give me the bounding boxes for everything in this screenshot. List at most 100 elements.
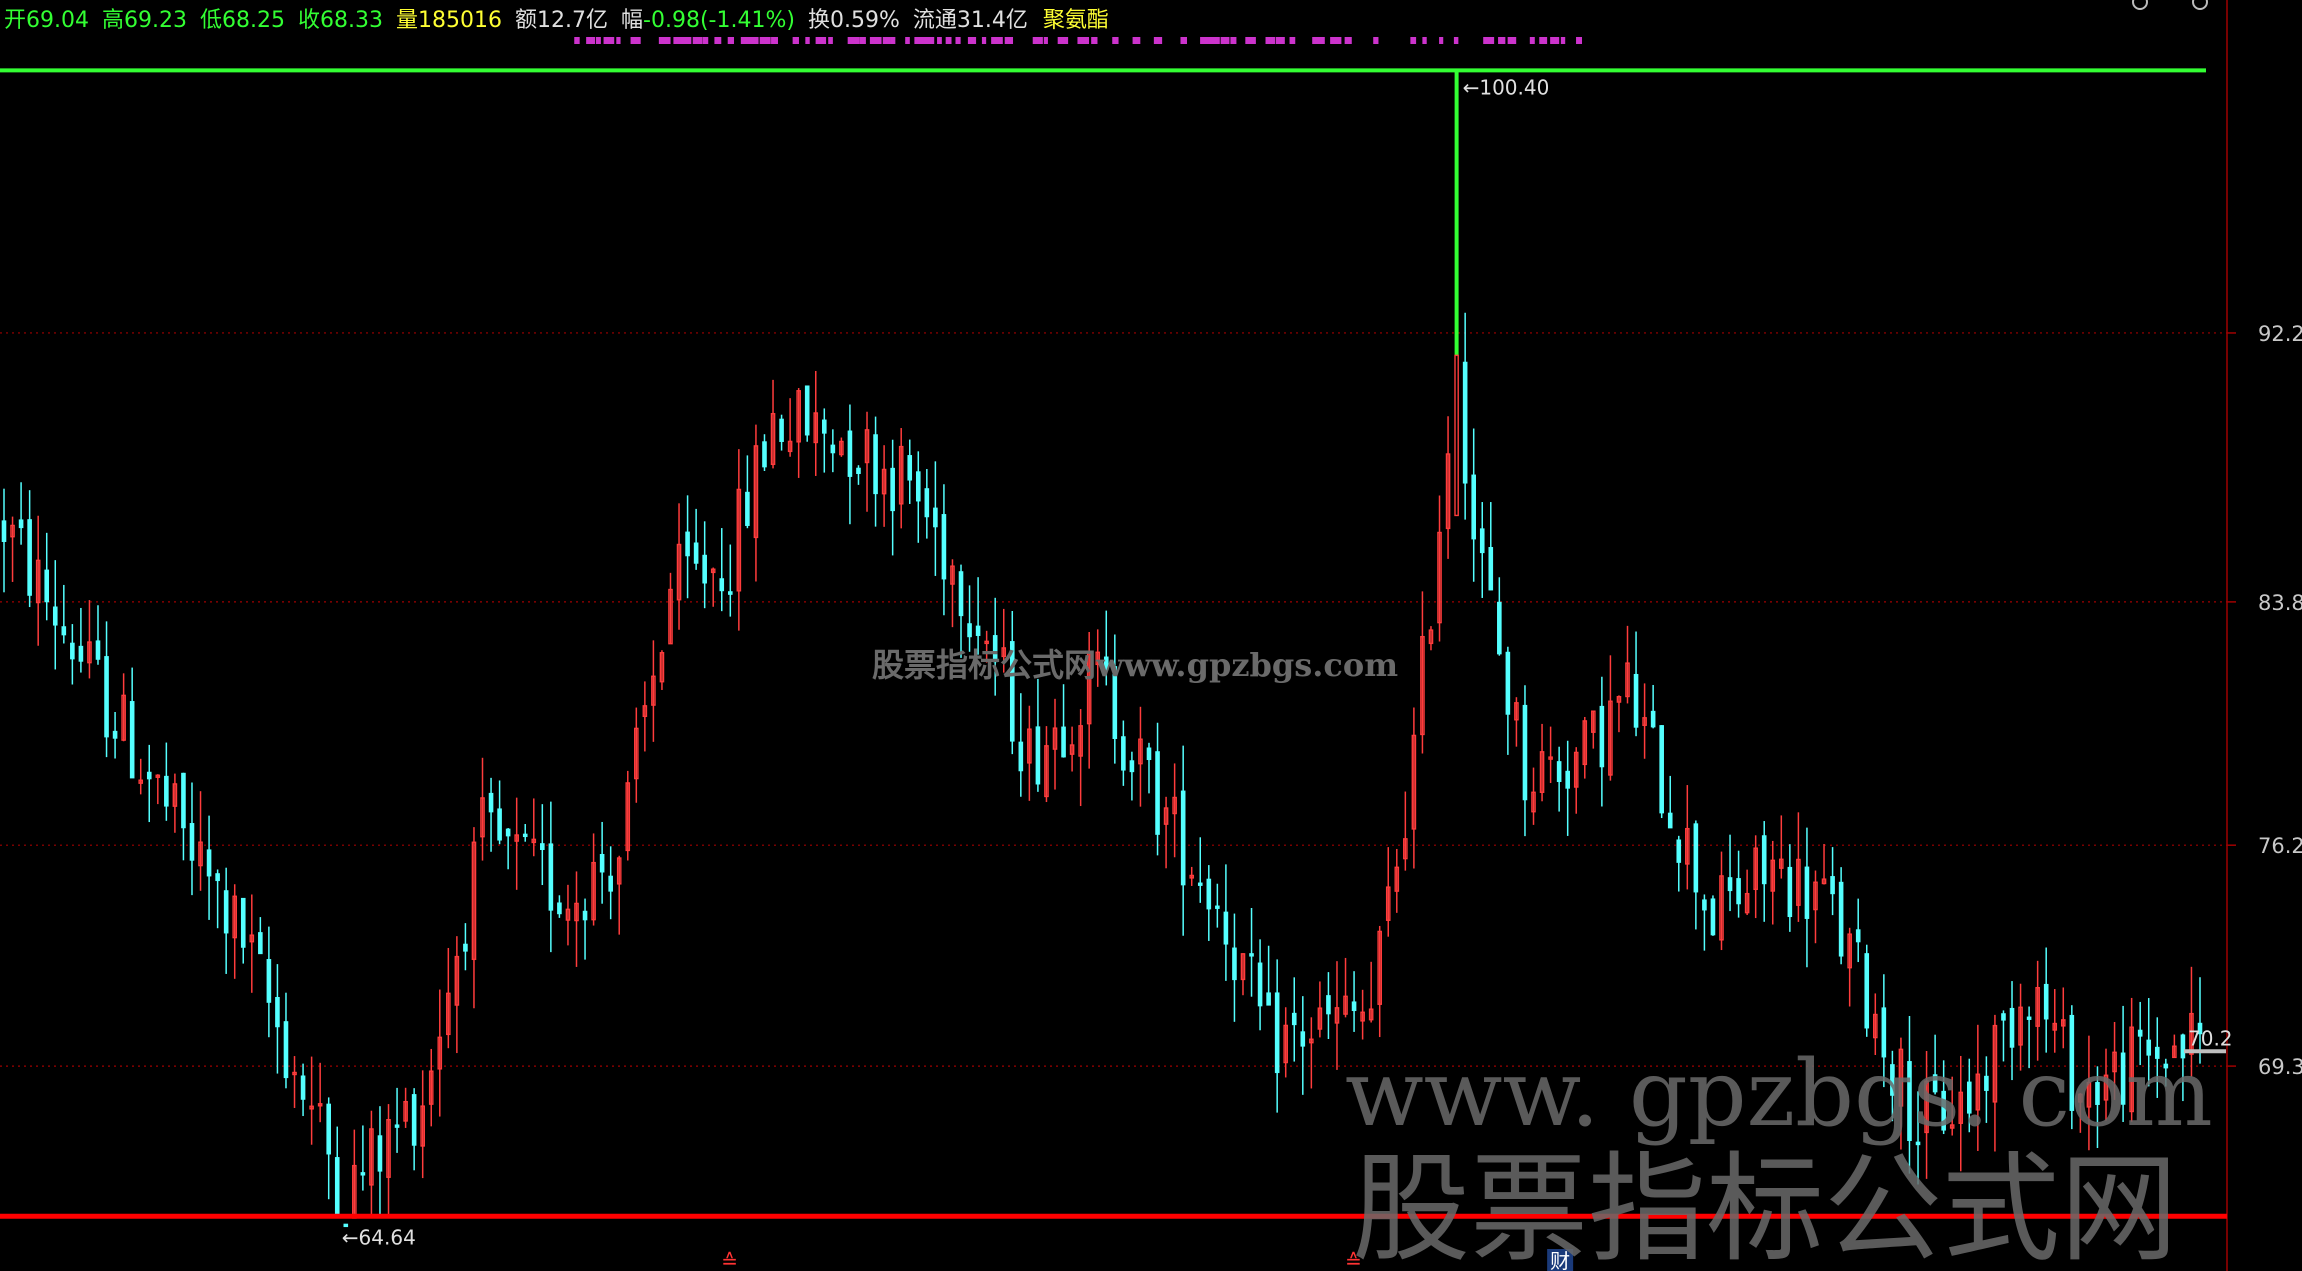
candle-body-down: [522, 833, 528, 838]
candle-body-down: [70, 642, 75, 660]
candle-body-down: [745, 491, 750, 526]
candle-body-down: [1633, 673, 1639, 728]
price-tick-label: 76.2: [2258, 834, 2302, 858]
event-strip-bar: [1091, 37, 1098, 44]
candle-body-down: [266, 959, 272, 1003]
event-strip-bar: [680, 37, 692, 44]
candle-body-down: [1326, 995, 1331, 1015]
change-label: 幅: [621, 8, 643, 33]
candle-body-down: [1736, 878, 1741, 905]
candle-body-down: [129, 701, 135, 779]
candle[interactable]: [625, 770, 631, 861]
candle-body-down: [557, 902, 562, 915]
candle-body-down: [1, 520, 7, 542]
volume-value: 185016: [418, 8, 502, 33]
candle-body-down: [685, 531, 690, 557]
candle-body-down: [1232, 947, 1237, 981]
candle-body-down: [1693, 823, 1699, 893]
candle-body-down: [2043, 983, 2049, 1020]
candle-body-down: [181, 772, 186, 829]
event-strip-bar: [1265, 37, 1276, 44]
amount-value: 12.7亿: [537, 8, 608, 33]
candle[interactable]: [1864, 944, 1870, 1037]
event-strip-bar: [923, 37, 935, 44]
candle-body-down: [1804, 866, 1810, 919]
candle-body-down: [146, 771, 152, 780]
event-strip-bar: [1529, 37, 1535, 44]
candle-body-down: [95, 640, 101, 660]
candle-body-down: [1830, 876, 1835, 895]
candle-body-down: [326, 1103, 332, 1155]
event-strip-bar: [616, 37, 621, 44]
candle-body-down: [941, 514, 947, 580]
candle-body-down: [1488, 547, 1494, 591]
event-strip-bar: [636, 37, 641, 44]
candle-body-down: [360, 1172, 366, 1176]
candle-body-down: [1266, 992, 1271, 1006]
candle-body-down: [821, 419, 827, 434]
candle-body-down: [104, 656, 109, 738]
close-label: 收: [298, 8, 320, 33]
candle[interactable]: [1659, 725, 1664, 819]
candle-body-down: [1667, 812, 1673, 829]
event-strip-bar: [1275, 37, 1285, 44]
candle-body-down: [967, 623, 972, 638]
candle-body-down: [1061, 726, 1066, 758]
event-strip-bar: [603, 37, 615, 44]
event-strip-bar: [981, 37, 987, 44]
amount-label: 额: [515, 8, 537, 33]
high-value: 69.23: [124, 8, 187, 33]
candle-body-down: [1291, 1012, 1297, 1026]
event-strip-bar: [759, 37, 771, 44]
candle-body-down: [1702, 899, 1707, 911]
candle-body-down: [394, 1124, 400, 1128]
event-strip-bar: [1180, 37, 1188, 44]
candle-body-down: [1471, 474, 1476, 540]
volume-label: 量: [396, 8, 418, 33]
event-strip-bar: [1453, 37, 1459, 44]
candle-body-down: [1223, 911, 1229, 945]
candle-body-down: [1155, 751, 1160, 835]
event-strip-bar: [1439, 37, 1444, 44]
candle-body-down: [1215, 905, 1220, 909]
candle-body-down: [599, 854, 605, 873]
close-value: 68.33: [320, 8, 383, 33]
candle-body-down: [377, 1135, 383, 1172]
event-strip-bar: [1004, 37, 1014, 44]
candle-body-down: [334, 1157, 340, 1215]
float-cap-value: 31.4亿: [957, 8, 1028, 33]
candle-body-down: [804, 385, 810, 436]
event-strip-bar: [748, 37, 759, 44]
event-strip-bar: [1560, 37, 1566, 44]
event-strip-bar: [1507, 37, 1517, 44]
candle-body-down: [1257, 962, 1263, 1007]
candle-body-down: [18, 519, 24, 529]
event-strip-bar: [882, 37, 891, 44]
candle-body-down: [540, 843, 545, 851]
quote-header: 开69.04 高69.23 低68.25 收68.33 量185016 额12.…: [4, 8, 1109, 33]
event-strip-bar: [1057, 37, 1069, 44]
event-marker[interactable]: ≙: [721, 1249, 738, 1271]
price-tick-label: 83.8: [2258, 591, 2302, 615]
event-strip-bar: [1153, 37, 1163, 44]
candle[interactable]: [1710, 895, 1716, 936]
candle-body-down: [1121, 736, 1126, 771]
low-price-label: ←64.64: [342, 1225, 416, 1249]
candle-body-down: [283, 1021, 289, 1079]
event-strip-bar: [1132, 37, 1141, 44]
event-strip-bar: [1483, 37, 1495, 44]
candle-body-down: [505, 828, 511, 837]
candle-body-down: [61, 626, 67, 636]
candle-body-down: [830, 444, 836, 454]
candle-body-down: [1479, 528, 1485, 554]
candle[interactable]: [804, 385, 810, 442]
event-strip-bar: [828, 37, 833, 44]
candle-body-down: [1727, 877, 1733, 892]
kline-chart[interactable]: 92.283.876.269.3 ←100.40 ←64.64 70.2 ≙ ≙ 财…: [0, 0, 2302, 1271]
watermark-small: 股票指标公式网www.gpzbgs.com: [872, 646, 1398, 684]
candle-body-down: [223, 890, 229, 934]
candle-body-down: [873, 434, 878, 495]
candle-body-down: [548, 843, 554, 911]
candle-body-down: [915, 471, 921, 502]
candle-body-down: [300, 1075, 306, 1100]
